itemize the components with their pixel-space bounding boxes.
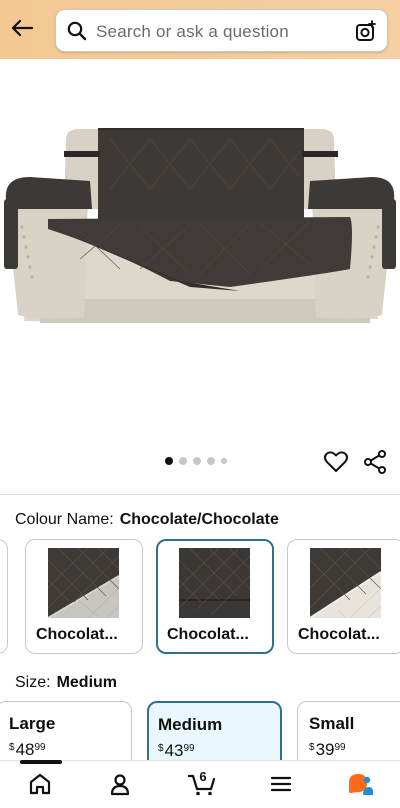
back-arrow-icon[interactable] [8,14,36,42]
colour-option[interactable]: Chocolat... [287,539,400,654]
size-option-price: $3999 [309,740,346,759]
divider [0,494,400,495]
search-input[interactable]: Search or ask a question [55,9,388,52]
size-row: Size: Medium [15,674,117,692]
search-icon [67,21,87,41]
menu-icon[interactable] [268,771,294,797]
cart-count: 6 [199,769,207,784]
colour-option-partial[interactable] [0,539,8,654]
swatch-image [309,547,382,619]
camera-search-icon[interactable] [355,20,377,42]
size-value: Medium [56,674,118,691]
colour-option-label: Chocolat... [167,626,249,643]
size-label: Size: [15,674,51,691]
colour-value: Chocolate/Chocolate [119,511,279,528]
heart-icon[interactable] [323,450,349,474]
size-option-price: $4899 [9,740,46,759]
size-option-name: Medium [158,715,223,734]
gallery-dot[interactable] [207,457,215,465]
size-option-price: $4399 [158,741,195,760]
swatch-image [178,547,251,618]
active-tab-indicator [20,760,62,764]
colour-option[interactable]: Chocolat... [25,539,143,654]
gallery-dot[interactable] [165,457,173,465]
share-icon[interactable] [363,450,387,474]
gallery-pagination[interactable] [165,457,227,465]
size-option-name: Small [309,714,355,733]
account-icon[interactable] [107,771,133,797]
swatch-image [47,547,120,619]
product-image[interactable] [0,59,400,446]
gallery-dot[interactable] [221,458,227,464]
colour-option-selected[interactable]: Chocolat... [156,539,274,654]
colour-name-row: Colour Name: Chocolate/Chocolate [15,511,279,529]
size-option-name: Large [9,714,56,733]
search-placeholder: Search or ask a question [96,22,289,41]
gallery-dot[interactable] [193,457,201,465]
colour-option-label: Chocolat... [298,626,380,643]
home-icon[interactable] [27,771,53,797]
gallery-dot[interactable] [179,457,187,465]
colour-option-label: Chocolat... [36,626,118,643]
top-bar: Search or ask a question [0,0,400,59]
assistant-icon[interactable] [346,771,373,797]
colour-label: Colour Name: [15,511,114,528]
